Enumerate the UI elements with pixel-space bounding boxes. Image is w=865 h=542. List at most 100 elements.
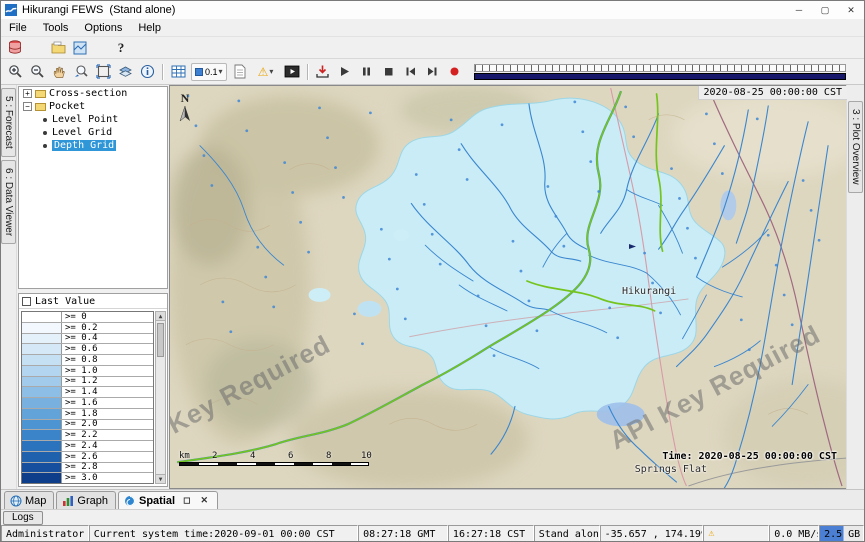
app-icon [5, 4, 17, 16]
pan-button[interactable] [49, 62, 69, 82]
tab-spatial[interactable]: Spatial ◻ ✕ [118, 491, 218, 509]
scale-strip [179, 462, 369, 466]
tab-map[interactable]: Map [4, 491, 54, 509]
tree-item-label: Pocket [49, 101, 85, 112]
legend-row: >= 1.8 [22, 409, 153, 420]
timeline-ruler[interactable] [474, 64, 846, 72]
record-button[interactable] [445, 62, 465, 82]
stop-button[interactable] [379, 62, 399, 82]
zoom-out-button[interactable] [27, 62, 47, 82]
legend-label: >= 2.2 [62, 430, 98, 440]
legend-panel: Last Value >= 0 >= 0.2 >= 0.4 >= 0.6 >= … [18, 293, 168, 487]
contour-swatch-icon [195, 68, 203, 76]
status-bar: Administrator Current system time:2020-0… [1, 525, 864, 542]
menu-tools[interactable]: Tools [35, 21, 77, 35]
legend-scrollbar[interactable]: ▲ ▼ [155, 311, 166, 484]
document-button[interactable] [230, 62, 250, 82]
tree-item-pocket[interactable]: − Pocket [19, 100, 167, 113]
tree-item-depth-grid[interactable]: Depth Grid [19, 139, 167, 152]
tree-item-level-point[interactable]: Level Point [19, 113, 167, 126]
warnings-dropdown-button[interactable]: ⚠ ▾ [252, 62, 280, 82]
legend-title: Last Value [35, 296, 95, 307]
pane-close-button[interactable]: ✕ [199, 495, 211, 506]
tree-item-label: Level Grid [52, 127, 112, 138]
folder-icon [35, 103, 46, 111]
bullet-icon [43, 144, 47, 148]
legend-row: >= 0.4 [22, 334, 153, 345]
zoom-in-button[interactable] [5, 62, 25, 82]
legend-row: >= 1.4 [22, 387, 153, 398]
legend-swatch [22, 366, 62, 376]
info-button[interactable] [137, 62, 157, 82]
zoom-extent-icon [96, 64, 111, 79]
help-button[interactable]: ? [111, 38, 131, 58]
status-network-rate: 0.0 MB/s [769, 525, 819, 542]
menu-options[interactable]: Options [76, 21, 130, 35]
tab-plot-overview[interactable]: 3 : Plot Overview [848, 101, 863, 193]
tree-item-level-grid[interactable]: Level Grid [19, 126, 167, 139]
last-value-checkbox[interactable] [22, 297, 31, 306]
station-marker-icon[interactable] [628, 244, 637, 257]
legend-swatch [22, 344, 62, 354]
layers-icon [118, 64, 133, 79]
zoom-out-icon [30, 64, 45, 79]
warning-icon: ⚠ [708, 529, 714, 539]
window-controls: ─ ▢ ✕ [786, 1, 864, 19]
tab-graph[interactable]: Graph [56, 491, 116, 509]
expand-icon[interactable]: + [23, 89, 32, 98]
scrollbar-thumb[interactable] [157, 323, 164, 357]
zoom-extent-button[interactable] [93, 62, 113, 82]
legend-swatch [22, 355, 62, 365]
grid-display-button[interactable] [168, 62, 188, 82]
datetime-stamp: 2020-08-25 00:00:00 CST [698, 86, 847, 100]
logs-button[interactable]: Logs [3, 511, 43, 525]
legend-label: >= 2.4 [62, 441, 98, 451]
zoom-previous-button[interactable] [71, 62, 91, 82]
animation-button[interactable] [282, 62, 302, 82]
menu-help[interactable]: Help [130, 21, 169, 35]
map-canvas[interactable] [170, 86, 847, 488]
pause-button[interactable] [357, 62, 377, 82]
minimize-button[interactable]: ─ [786, 1, 812, 19]
contour-interval-button[interactable]: 0.1 ▾ [191, 63, 227, 81]
pane-restore-button[interactable]: ◻ [181, 495, 192, 506]
legend-label: >= 0 [62, 312, 87, 322]
spatial-map[interactable]: 2020-08-25 00:00:00 CST N API Key Requir… [169, 85, 848, 489]
legend-label: >= 1.2 [62, 377, 98, 387]
play-button[interactable] [335, 62, 355, 82]
timeline-progress-bar[interactable] [474, 73, 846, 80]
scroll-down-icon[interactable]: ▼ [156, 474, 165, 483]
legend-row: >= 0.2 [22, 323, 153, 334]
menu-bar: File Tools Options Help [1, 19, 864, 37]
sidebar-tab-forecast[interactable]: 5 : Forecast [1, 88, 16, 157]
legend-row: >= 0.8 [22, 355, 153, 366]
menu-file[interactable]: File [1, 21, 35, 35]
export-animation-button[interactable] [313, 62, 333, 82]
warning-icon: ⚠ [258, 66, 269, 78]
database-icon[interactable] [5, 38, 25, 58]
open-display-icon[interactable] [48, 38, 68, 58]
collapse-icon[interactable]: − [23, 102, 32, 111]
scale-tick: 10 [361, 451, 372, 461]
maximize-button[interactable]: ▢ [812, 1, 838, 19]
sidebar-tab-data-viewer[interactable]: 6 : Data Viewer [1, 160, 16, 244]
export-icon [315, 64, 330, 79]
tree-item-cross-section[interactable]: + Cross-section [19, 87, 167, 100]
layers-button[interactable] [115, 62, 135, 82]
map-display-icon[interactable] [70, 38, 90, 58]
scroll-up-icon[interactable]: ▲ [156, 312, 165, 321]
map-toolbar: 0.1 ▾ ⚠ ▾ [1, 59, 864, 85]
grid-icon [171, 65, 186, 78]
legend-swatch [22, 323, 62, 333]
app-window: Hikurangi FEWS (Stand alone) ─ ▢ ✕ File … [0, 0, 865, 542]
bullet-icon [43, 131, 47, 135]
step-back-button[interactable] [401, 62, 421, 82]
town-label-hikurangi: Hikurangi [622, 286, 676, 297]
step-forward-button[interactable] [423, 62, 443, 82]
scale-tick: 6 [288, 451, 293, 461]
record-icon [448, 65, 461, 78]
scale-tick: 2 [212, 451, 217, 461]
timeline-slider[interactable] [474, 64, 846, 80]
status-warning-cell[interactable]: ⚠ [703, 525, 769, 542]
close-button[interactable]: ✕ [838, 1, 864, 19]
